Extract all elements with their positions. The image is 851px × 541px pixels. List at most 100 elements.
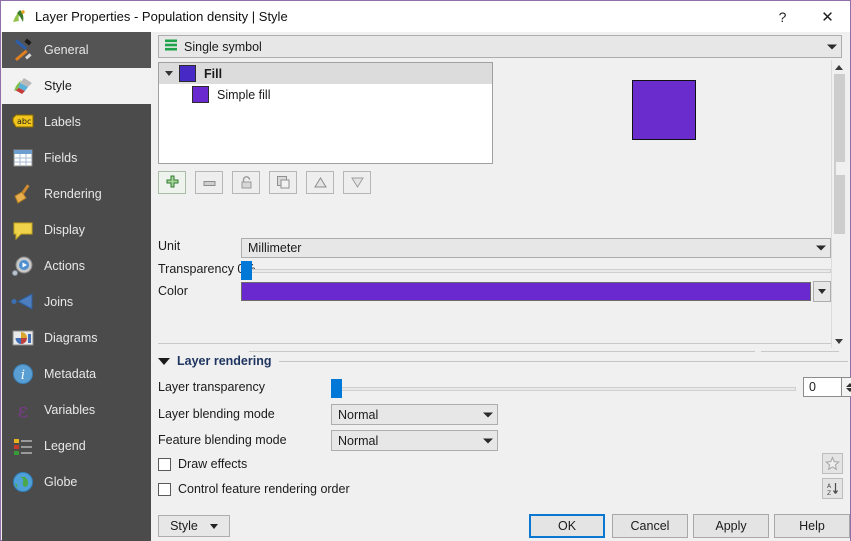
apply-button[interactable]: Apply [693,514,769,538]
rendering-order-settings-button[interactable]: A Z [822,478,843,499]
style-menu-button[interactable]: Style [158,515,230,537]
abc-label-icon: abc [10,109,36,135]
spinbox-value[interactable]: 0 [803,377,842,397]
lock-layer-button[interactable] [232,171,260,194]
tree-item-label: Simple fill [217,87,271,102]
control-rendering-order-checkbox[interactable]: Control feature rendering order [158,482,350,496]
sidebar-item-diagrams[interactable]: Diagrams [2,320,151,356]
color-label: Color [158,284,188,298]
chevron-down-icon [483,412,493,417]
gear-play-icon [10,253,36,279]
sidebar-item-globe[interactable]: Globe [2,464,151,500]
feature-blending-label: Feature blending mode [158,433,287,447]
svg-text:ε: ε [18,398,28,422]
sidebar-item-actions[interactable]: Actions [2,248,151,284]
draw-effects-settings-button[interactable] [822,453,843,474]
feature-blending-combo[interactable]: Normal [331,430,498,451]
remove-symbol-layer-button[interactable] [195,171,223,194]
layer-properties-dialog: Layer Properties - Population density | … [0,0,851,541]
triangle-down-icon [350,177,364,188]
sidebar-item-fields[interactable]: Fields [2,140,151,176]
lock-icon [241,176,251,189]
epsilon-icon: ε [10,397,36,423]
plus-icon [166,175,178,188]
spin-up-icon[interactable] [845,382,851,387]
symbol-color-swatch [179,65,196,82]
add-symbol-layer-button[interactable] [158,171,186,194]
renderer-type-combo[interactable]: Single symbol [158,35,842,58]
qgis-icon [10,8,28,26]
sidebar-item-metadata[interactable]: i Metadata [2,356,151,392]
info-icon: i [10,361,36,387]
checkbox-box[interactable] [158,457,171,471]
symbol-preview [632,80,696,140]
sidebar-item-variables[interactable]: ε Variables [2,392,151,428]
sidebar-item-label: General [44,43,89,57]
layer-transparency-slider[interactable] [331,379,796,398]
close-icon[interactable]: ✕ [805,1,850,32]
sidebar-item-label: Legend [44,439,86,453]
unit-value: Millimeter [248,241,302,255]
move-up-button[interactable] [306,171,334,194]
layer-rendering-section-header[interactable]: Layer rendering [158,354,848,368]
chevron-down-icon [816,245,826,251]
slider-handle[interactable] [241,261,252,280]
checkbox-box[interactable] [158,482,171,496]
sidebar-item-labels[interactable]: abc Labels [2,104,151,140]
feature-blending-value: Normal [338,433,379,448]
help-icon[interactable]: ? [760,1,805,32]
sidebar-item-joins[interactable]: Joins [2,284,151,320]
cancel-button[interactable]: Cancel [612,514,688,538]
brush-icon [10,73,36,99]
draw-effects-checkbox[interactable]: Draw effects [158,457,247,471]
sidebar-item-legend[interactable]: Legend [2,428,151,464]
sidebar-item-general[interactable]: General [2,32,151,68]
sidebar-item-label: Metadata [44,367,97,381]
layer-blending-label: Layer blending mode [158,407,275,421]
legend-icon [10,433,36,459]
color-button[interactable] [241,282,811,301]
unit-combo[interactable]: Millimeter [241,238,831,258]
control-rendering-order-label: Control feature rendering order [178,482,350,496]
triangle-up-icon [313,177,327,188]
layer-transparency-spinbox[interactable]: 0 [803,377,851,397]
unit-label: Unit [158,239,181,253]
tree-row-fill[interactable]: Fill [159,63,492,84]
join-arrow-icon [10,289,36,315]
speech-bubble-icon [10,217,36,243]
chevron-down-icon [209,523,218,529]
spinbox-arrows[interactable] [842,377,851,397]
svg-text:A: A [827,483,832,490]
slider-handle[interactable] [331,379,342,398]
transparency-slider[interactable] [241,261,831,280]
symbol-layer-tree[interactable]: Fill Simple fill [158,62,493,164]
sidebar-item-label: Diagrams [44,331,98,345]
sidebar-item-display[interactable]: Display [2,212,151,248]
dialog-button-bar: Style OK Cancel Apply Help [151,509,850,541]
duplicate-layer-button[interactable] [269,171,297,194]
color-dropdown-button[interactable] [813,281,831,302]
symbol-color-swatch [192,86,209,103]
sidebar-item-label: Joins [44,295,74,309]
window-title: Layer Properties - Population density | … [35,9,288,24]
scroll-up-icon[interactable] [832,60,846,74]
tree-row-simple-fill[interactable]: Simple fill [159,84,492,105]
spin-down-icon[interactable] [845,387,851,392]
scroll-down-icon[interactable] [832,334,846,348]
chevron-down-icon[interactable] [159,71,179,76]
chevron-down-icon [483,438,493,443]
layer-blending-value: Normal [338,407,379,422]
layer-blending-combo[interactable]: Normal [331,404,498,425]
move-down-button[interactable] [343,171,371,194]
style-scrollbar[interactable] [831,60,846,348]
section-divider [279,360,848,362]
help-button[interactable]: Help [774,514,850,538]
layer-transparency-label: Layer transparency [158,380,266,394]
minus-icon [203,180,215,186]
sidebar-item-style[interactable]: Style [2,68,151,104]
sidebar-item-rendering[interactable]: Rendering [2,176,151,212]
star-icon [825,456,840,471]
scrollbar-thumb[interactable] [834,74,846,234]
broom-icon [10,181,36,207]
ok-button[interactable]: OK [529,514,605,538]
